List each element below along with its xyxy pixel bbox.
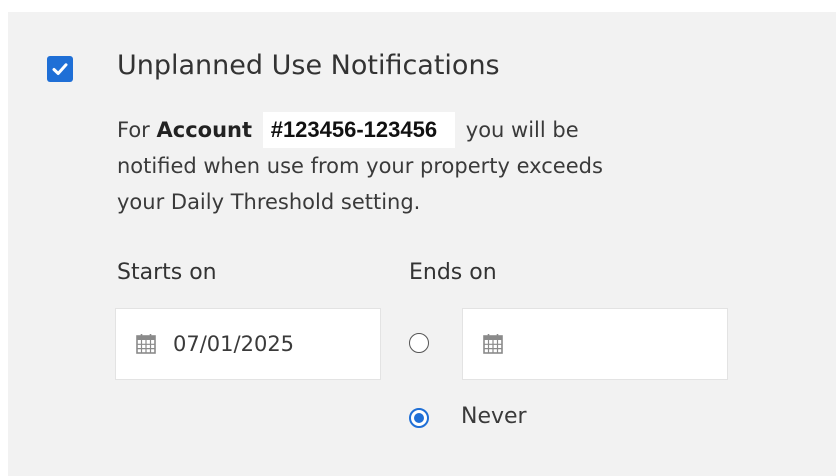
never-radio[interactable] bbox=[409, 408, 429, 428]
calendar-icon bbox=[483, 334, 503, 354]
description: For Account #123456-123456 you will be n… bbox=[117, 112, 777, 220]
start-date-input[interactable]: 07/01/2025 bbox=[115, 308, 381, 380]
notifications-checkbox[interactable] bbox=[47, 56, 73, 82]
description-line-3: your Daily Threshold setting. bbox=[117, 190, 421, 214]
ends-on-label: Ends on bbox=[409, 260, 497, 285]
end-date-input[interactable] bbox=[462, 308, 728, 380]
description-line-2: notified when use from your property exc… bbox=[117, 154, 603, 178]
ends-on-date-radio[interactable] bbox=[409, 333, 429, 353]
calendar-icon bbox=[136, 334, 156, 354]
checkmark-icon bbox=[52, 63, 68, 75]
section-title: Unplanned Use Notifications bbox=[117, 50, 500, 81]
desc-line1-tail: you will be bbox=[465, 118, 579, 142]
never-label[interactable]: Never bbox=[461, 404, 527, 429]
account-number: #123456-123456 bbox=[262, 112, 456, 148]
start-date-value: 07/01/2025 bbox=[173, 332, 295, 356]
starts-on-label: Starts on bbox=[117, 260, 217, 285]
description-line-1: For Account #123456-123456 you will be bbox=[117, 112, 777, 148]
desc-for: For bbox=[117, 118, 150, 142]
desc-account-label: Account bbox=[156, 118, 253, 142]
unplanned-use-panel: Unplanned Use Notifications For Account … bbox=[8, 12, 836, 476]
